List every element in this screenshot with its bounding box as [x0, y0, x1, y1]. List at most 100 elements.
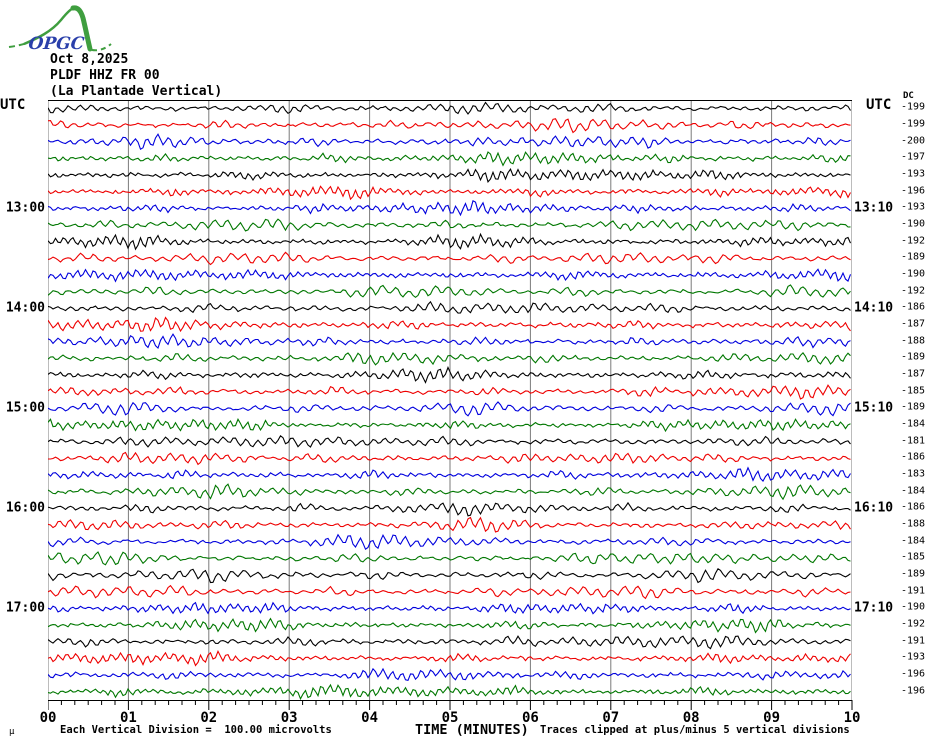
seismic-trace [48, 466, 851, 483]
seismic-trace [48, 384, 851, 400]
dc-value: -186 [901, 451, 926, 463]
header-date: Oct 8,2025 [50, 52, 129, 67]
dc-value: -193 [901, 168, 926, 180]
seismic-trace [48, 333, 851, 349]
dc-value: -199 [901, 118, 926, 130]
dc-value: -192 [901, 618, 926, 630]
dc-value: -189 [901, 351, 926, 363]
hour-label-right: 17:10 [854, 600, 894, 616]
seismic-trace [48, 568, 851, 584]
dc-value: -189 [901, 251, 926, 263]
dc-value: -189 [901, 401, 926, 413]
dc-value: -187 [901, 368, 926, 380]
seismic-trace [48, 667, 851, 682]
dc-value: -188 [901, 518, 926, 530]
seismic-trace [48, 451, 851, 466]
x-tick-label: 08 [682, 710, 700, 726]
seismic-trace [48, 401, 851, 417]
station-name: (La Plantade Vertical) [50, 84, 223, 99]
dc-value: -186 [901, 501, 926, 513]
utc-label-right: UTC [866, 97, 892, 113]
seismic-trace [48, 601, 851, 615]
x-tick-label: 05 [441, 710, 459, 726]
hour-label-left: 16:00 [5, 500, 45, 516]
seismic-trace [48, 366, 851, 384]
seismic-trace [48, 635, 851, 650]
dc-value: -190 [901, 268, 926, 280]
dc-value: -192 [901, 285, 926, 297]
seismic-trace [48, 300, 851, 314]
mu-mark: μ [9, 727, 15, 737]
hour-label-left: 14:00 [5, 300, 45, 316]
opgc-logo: OPGC [6, 2, 116, 54]
seismic-trace [48, 199, 851, 217]
dc-value: -200 [901, 135, 926, 147]
seismic-trace [48, 218, 851, 232]
seismic-trace [48, 683, 851, 700]
x-tick-label: 00 [39, 710, 57, 726]
seismic-trace [48, 168, 851, 184]
seismic-trace [48, 551, 851, 566]
utc-label-left: UTC [0, 97, 26, 113]
dc-value: -187 [901, 318, 926, 330]
seismic-trace [48, 584, 851, 600]
hour-label-left: 13:00 [5, 200, 45, 216]
seismic-trace [48, 101, 851, 115]
hour-label-right: 14:10 [854, 300, 894, 316]
dc-value: -191 [901, 585, 926, 597]
seismic-trace [48, 483, 851, 501]
hour-label-right: 13:10 [854, 200, 894, 216]
x-tick-label: 10 [843, 710, 861, 726]
x-tick-label: 07 [602, 710, 620, 726]
seismic-trace [48, 434, 851, 448]
dc-value: -190 [901, 218, 926, 230]
x-tick-label: 09 [763, 710, 781, 726]
seismic-trace [48, 151, 851, 167]
logo-right-dash [91, 43, 112, 52]
seismic-trace [48, 185, 851, 201]
helicorder-page: OPGC Oct 8,2025 PLDF HHZ FR 00 (La Plant… [0, 0, 930, 744]
x-tick-label: 02 [200, 710, 218, 726]
helicorder-plot [48, 100, 852, 700]
dc-value: -192 [901, 235, 926, 247]
x-tick-label: 03 [280, 710, 298, 726]
seismic-trace [48, 284, 851, 298]
x-tick-label: 06 [521, 710, 539, 726]
dc-value: -185 [901, 385, 926, 397]
seismic-trace [48, 232, 852, 251]
seismic-trace [48, 268, 852, 283]
seismic-trace [48, 316, 851, 333]
hour-label-left: 17:00 [5, 600, 45, 616]
x-tick-label: 01 [119, 710, 137, 726]
dc-value: -183 [901, 468, 926, 480]
seismic-trace [48, 118, 851, 134]
seismic-trace [48, 251, 851, 266]
opgc-logo-graphic: OPGC [8, 5, 112, 54]
seismic-trace [48, 351, 851, 366]
dc-value: -196 [901, 668, 926, 680]
seismic-trace [48, 516, 851, 533]
dc-column-header: DC [903, 91, 914, 101]
logo-text: OPGC [28, 34, 86, 54]
x-tick-label: 04 [361, 710, 379, 726]
dc-value: -184 [901, 418, 926, 430]
seismic-trace [48, 501, 851, 517]
dc-value: -188 [901, 335, 926, 347]
hour-label-right: 16:10 [854, 500, 894, 516]
station-code: PLDF HHZ FR 00 [50, 68, 160, 83]
seismogram-svg [48, 100, 852, 700]
dc-value: -185 [901, 551, 926, 563]
dc-value: -190 [901, 601, 926, 613]
dc-value: -196 [901, 685, 926, 697]
dc-value: -184 [901, 485, 926, 497]
hour-label-right: 15:10 [854, 400, 894, 416]
seismic-trace [48, 649, 851, 667]
dc-value: -193 [901, 651, 926, 663]
seismic-trace [48, 418, 851, 433]
dc-value: -184 [901, 535, 926, 547]
dc-value: -186 [901, 301, 926, 313]
dc-value: -189 [901, 568, 926, 580]
dc-value: -199 [901, 101, 926, 113]
dc-value: -197 [901, 151, 926, 163]
dc-value: -181 [901, 435, 926, 447]
